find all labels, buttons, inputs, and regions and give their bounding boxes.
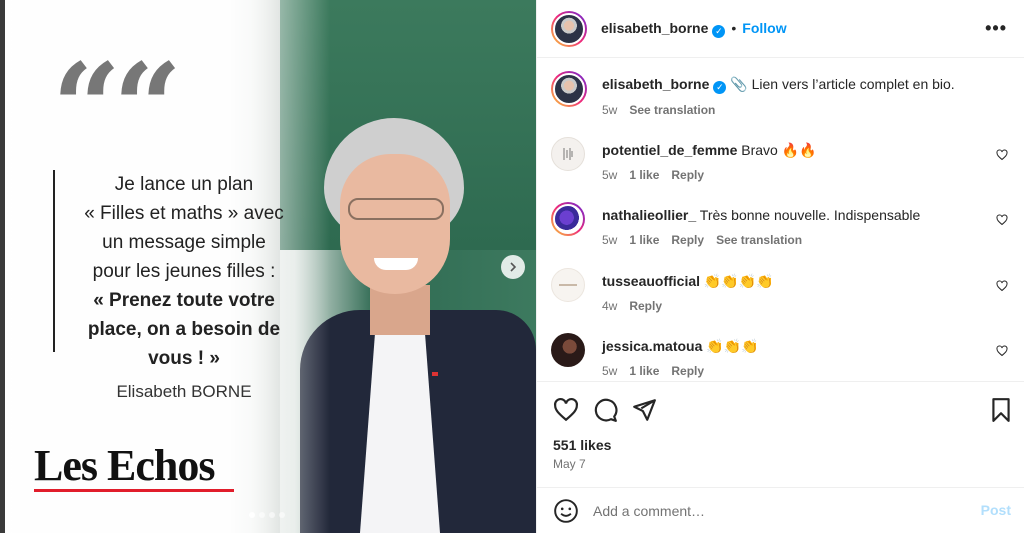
caption-body: elisabeth_borne ✓ 📎 Lien vers l’article c…	[602, 75, 982, 119]
post-sidebar: elisabeth_borne ✓ • Follow ••• elisabeth_bo…	[536, 0, 1024, 533]
timestamp: 5w	[602, 233, 618, 247]
reply-button[interactable]: Reply	[671, 168, 704, 182]
quote-mark-icon: ““	[52, 37, 182, 178]
post-button[interactable]: Post	[981, 502, 1011, 518]
avatar[interactable]	[551, 268, 585, 302]
like-heart-icon[interactable]	[553, 397, 579, 423]
heart-icon[interactable]	[996, 149, 1008, 161]
post-image[interactable]: ““ Je lance un plan « Filles et maths » …	[0, 0, 536, 533]
see-translation-link[interactable]: See translation	[629, 103, 715, 117]
comment-meta: 4w Reply	[602, 297, 982, 315]
header-username[interactable]: elisabeth_borne	[601, 20, 708, 36]
likes-count-link[interactable]: 1 like	[629, 364, 659, 378]
timestamp: 5w	[602, 103, 618, 117]
avatar[interactable]	[551, 202, 585, 236]
timestamp: 5w	[602, 364, 618, 378]
heart-icon[interactable]	[996, 280, 1008, 292]
comment-username[interactable]: jessica.matoua	[602, 338, 702, 354]
heart-icon[interactable]	[996, 214, 1008, 226]
carousel-dots	[249, 512, 285, 518]
verified-badge-icon: ✓	[713, 81, 727, 94]
reply-button[interactable]: Reply	[629, 299, 662, 313]
comment-bubble-icon[interactable]	[592, 397, 618, 423]
quote-author: Elisabeth BORNE	[116, 382, 252, 401]
likes-count[interactable]: 551 likes	[553, 437, 611, 453]
carousel-dot	[249, 512, 255, 518]
add-comment-bar: Post	[537, 487, 1024, 533]
comment-body: jessica.matoua 👏👏👏 5w 1 like Reply	[602, 337, 982, 380]
heart-icon[interactable]	[996, 345, 1008, 357]
comment-username[interactable]: potentiel_de_femme	[602, 142, 737, 158]
comment-body: tusseauofficial 👏👏👏👏 4w Reply	[602, 272, 982, 315]
chevron-right-icon	[510, 262, 517, 272]
carousel-dot	[259, 512, 265, 518]
avatar[interactable]	[551, 11, 587, 47]
more-options-icon[interactable]: •••	[985, 18, 1007, 39]
quote-line: « Filles et maths » avec	[84, 203, 284, 224]
comment-meta: 5w 1 like Reply	[602, 362, 982, 380]
comment-username[interactable]: nathalieollier_	[602, 207, 696, 223]
avatar[interactable]	[551, 333, 585, 367]
timestamp: 4w	[602, 299, 618, 313]
quote-line: pour les jeunes filles :	[92, 261, 276, 282]
avatar[interactable]	[551, 71, 587, 107]
comment-body: nathalieollier_ Très bonne nouvelle. Ind…	[602, 206, 982, 249]
quote-line: un message simple	[102, 232, 266, 253]
comment-text: Très bonne nouvelle. Indispensable	[699, 207, 921, 223]
comment-username[interactable]: tusseauofficial	[602, 273, 700, 289]
avatar[interactable]	[551, 137, 585, 171]
caption-username[interactable]: elisabeth_borne	[602, 76, 709, 92]
reply-button[interactable]: Reply	[671, 233, 704, 247]
paperclip-icon: 📎	[730, 76, 748, 92]
post-date: May 7	[553, 457, 586, 471]
carousel-dot	[269, 512, 275, 518]
caption-text: Lien vers l’article complet en bio.	[751, 76, 955, 92]
see-translation-link[interactable]: See translation	[716, 233, 802, 247]
quote-line: Je lance un plan	[114, 174, 254, 195]
share-send-icon[interactable]	[631, 397, 657, 423]
comment-meta: 5w 1 like Reply	[602, 166, 982, 184]
post-header: elisabeth_borne ✓ • Follow •••	[537, 0, 1024, 58]
next-slide-button[interactable]	[501, 255, 525, 279]
reply-button[interactable]: Reply	[671, 364, 704, 378]
comment-text: Bravo 🔥🔥	[741, 142, 817, 158]
quote-line-bold: place, on a besoin de	[87, 319, 281, 340]
verified-badge-icon: ✓	[712, 25, 726, 38]
logo-underline	[34, 489, 234, 492]
comments-list[interactable]: elisabeth_borne ✓ 📎 Lien vers l’article c…	[537, 58, 1024, 381]
emoji-icon[interactable]	[553, 498, 579, 524]
likes-count-link[interactable]: 1 like	[629, 168, 659, 182]
carousel-dot	[279, 512, 285, 518]
separator: •	[731, 20, 737, 36]
logo-mark-icon	[559, 284, 577, 286]
caption-meta: 5w See translation	[602, 101, 982, 119]
quote-text: Je lance un plan « Filles et maths » ave…	[70, 170, 298, 373]
timestamp: 5w	[602, 168, 618, 182]
image-edge	[0, 0, 5, 533]
les-echos-logo: Les Echos	[34, 441, 215, 490]
comment-meta: 5w 1 like Reply See translation	[602, 231, 982, 249]
comment-input[interactable]	[593, 500, 953, 522]
post-actions: 551 likes May 7	[537, 381, 1024, 487]
portrait-photo	[300, 110, 536, 533]
comment-body: potentiel_de_femme Bravo 🔥🔥 5w 1 like Repl…	[602, 141, 982, 184]
comment-text: 👏👏👏👏	[703, 273, 774, 289]
likes-count-link[interactable]: 1 like	[629, 233, 659, 247]
feather-logo-icon	[563, 148, 573, 160]
follow-button[interactable]: Follow	[742, 20, 786, 36]
quote-bar	[53, 170, 55, 352]
comment-text: 👏👏👏	[706, 338, 759, 354]
quote-line-bold: « Prenez toute votre	[93, 290, 275, 311]
quote-line-bold: vous ! »	[148, 348, 220, 369]
header-name-row: elisabeth_borne ✓ • Follow	[601, 20, 787, 38]
bookmark-icon[interactable]	[988, 397, 1014, 423]
